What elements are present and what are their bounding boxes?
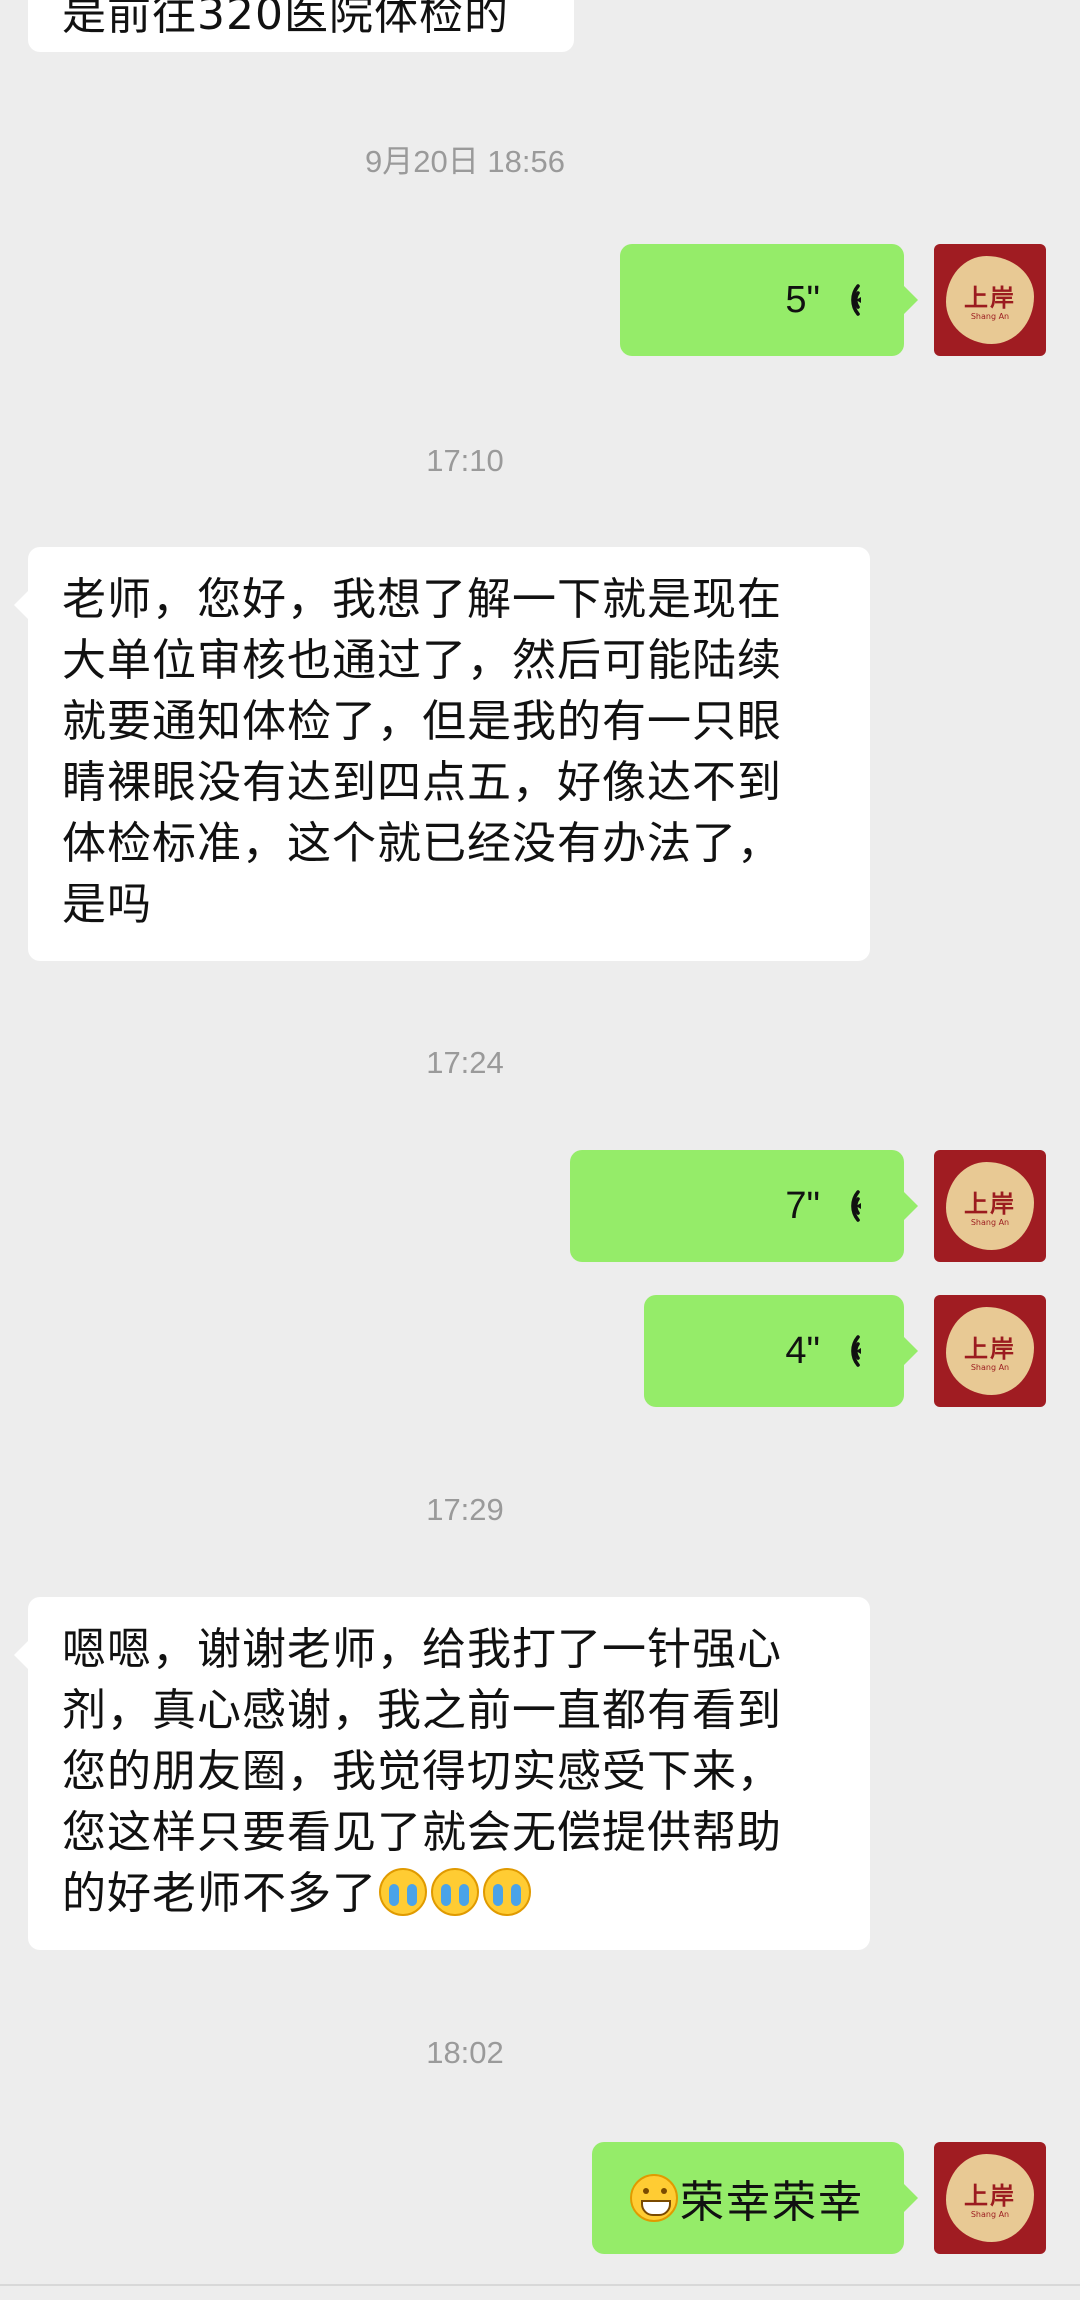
avatar-subtext: Shang An bbox=[970, 312, 1010, 321]
avatar[interactable]: 上岸 Shang An bbox=[934, 1295, 1046, 1407]
message-line: 大单位审核也通过了，然后可能陆续 bbox=[62, 635, 782, 686]
message-text: 荣幸荣幸 bbox=[680, 2177, 864, 2228]
timestamp: 17:24 bbox=[426, 1045, 504, 1080]
avatar-subtext: Shang An bbox=[970, 1218, 1010, 1227]
grinning-face-icon bbox=[630, 2174, 678, 2222]
message-line: 睛裸眼没有达到四点五，好像达不到 bbox=[62, 757, 782, 808]
text-message-bubble[interactable]: 荣幸荣幸 bbox=[592, 2142, 918, 2254]
message-line: 老师，您好，我想了解一下就是现在 bbox=[62, 574, 782, 625]
avatar-badge: 上岸 Shang An bbox=[946, 1162, 1034, 1250]
voice-wave-icon bbox=[851, 1190, 861, 1222]
message-line: 是吗 bbox=[62, 879, 152, 930]
voice-wave-icon bbox=[851, 284, 861, 316]
avatar-text: 上岸 bbox=[964, 1335, 1016, 1363]
avatar-badge: 上岸 Shang An bbox=[946, 256, 1034, 344]
loudly-crying-face-icon bbox=[379, 1868, 427, 1916]
loudly-crying-face-icon bbox=[483, 1868, 531, 1916]
voice-duration: 4" bbox=[785, 1329, 820, 1372]
avatar-text: 上岸 bbox=[964, 1190, 1016, 1218]
avatar-badge: 上岸 Shang An bbox=[946, 2154, 1034, 2242]
divider bbox=[0, 2284, 1080, 2286]
avatar-text: 上岸 bbox=[964, 2182, 1016, 2210]
avatar[interactable]: 上岸 Shang An bbox=[934, 1150, 1046, 1262]
voice-duration: 7" bbox=[785, 1184, 820, 1227]
partial-message-text: 是前往320医院体检的 bbox=[62, 0, 509, 40]
avatar[interactable]: 上岸 Shang An bbox=[934, 244, 1046, 356]
timestamp: 17:29 bbox=[426, 1492, 504, 1527]
timestamp: 9月20日 18:56 bbox=[365, 144, 565, 179]
voice-message-bubble[interactable]: 5" bbox=[620, 244, 918, 356]
timestamp: 17:10 bbox=[426, 443, 504, 478]
timestamp: 18:02 bbox=[426, 2035, 504, 2070]
message-line: 就要通知体检了，但是我的有一只眼 bbox=[62, 696, 782, 747]
text-message-bubble[interactable]: 嗯嗯，谢谢老师，给我打了一针强心 剂，真心感谢，我之前一直都有看到 您的朋友圈，… bbox=[14, 1597, 870, 1950]
text-message-bubble[interactable]: 老师，您好，我想了解一下就是现在 大单位审核也通过了，然后可能陆续 就要通知体检… bbox=[14, 547, 870, 961]
message-line-text: 的好老师不多了 bbox=[62, 1868, 377, 1919]
voice-wave-icon bbox=[851, 1335, 861, 1367]
voice-duration: 5" bbox=[785, 278, 820, 321]
avatar-badge: 上岸 Shang An bbox=[946, 1307, 1034, 1395]
avatar-text: 上岸 bbox=[964, 284, 1016, 312]
voice-message-bubble[interactable]: 7" bbox=[570, 1150, 918, 1262]
loudly-crying-face-icon bbox=[431, 1868, 479, 1916]
message-line: 剂，真心感谢，我之前一直都有看到 bbox=[62, 1685, 782, 1736]
message-line: 的好老师不多了 bbox=[62, 1863, 836, 1924]
message-line: 嗯嗯，谢谢老师，给我打了一针强心 bbox=[62, 1624, 782, 1675]
message-line: 您的朋友圈，我觉得切实感受下来， bbox=[62, 1746, 782, 1797]
avatar-subtext: Shang An bbox=[970, 2210, 1010, 2219]
avatar[interactable]: 上岸 Shang An bbox=[934, 2142, 1046, 2254]
voice-message-bubble[interactable]: 4" bbox=[644, 1295, 918, 1407]
message-line: 您这样只要看见了就会无偿提供帮助 bbox=[62, 1807, 782, 1858]
partial-message-bubble[interactable]: 是前往320医院体检的 bbox=[28, 0, 574, 52]
message-line: 体检标准，这个就已经没有办法了， bbox=[62, 818, 782, 869]
avatar-subtext: Shang An bbox=[970, 1363, 1010, 1372]
